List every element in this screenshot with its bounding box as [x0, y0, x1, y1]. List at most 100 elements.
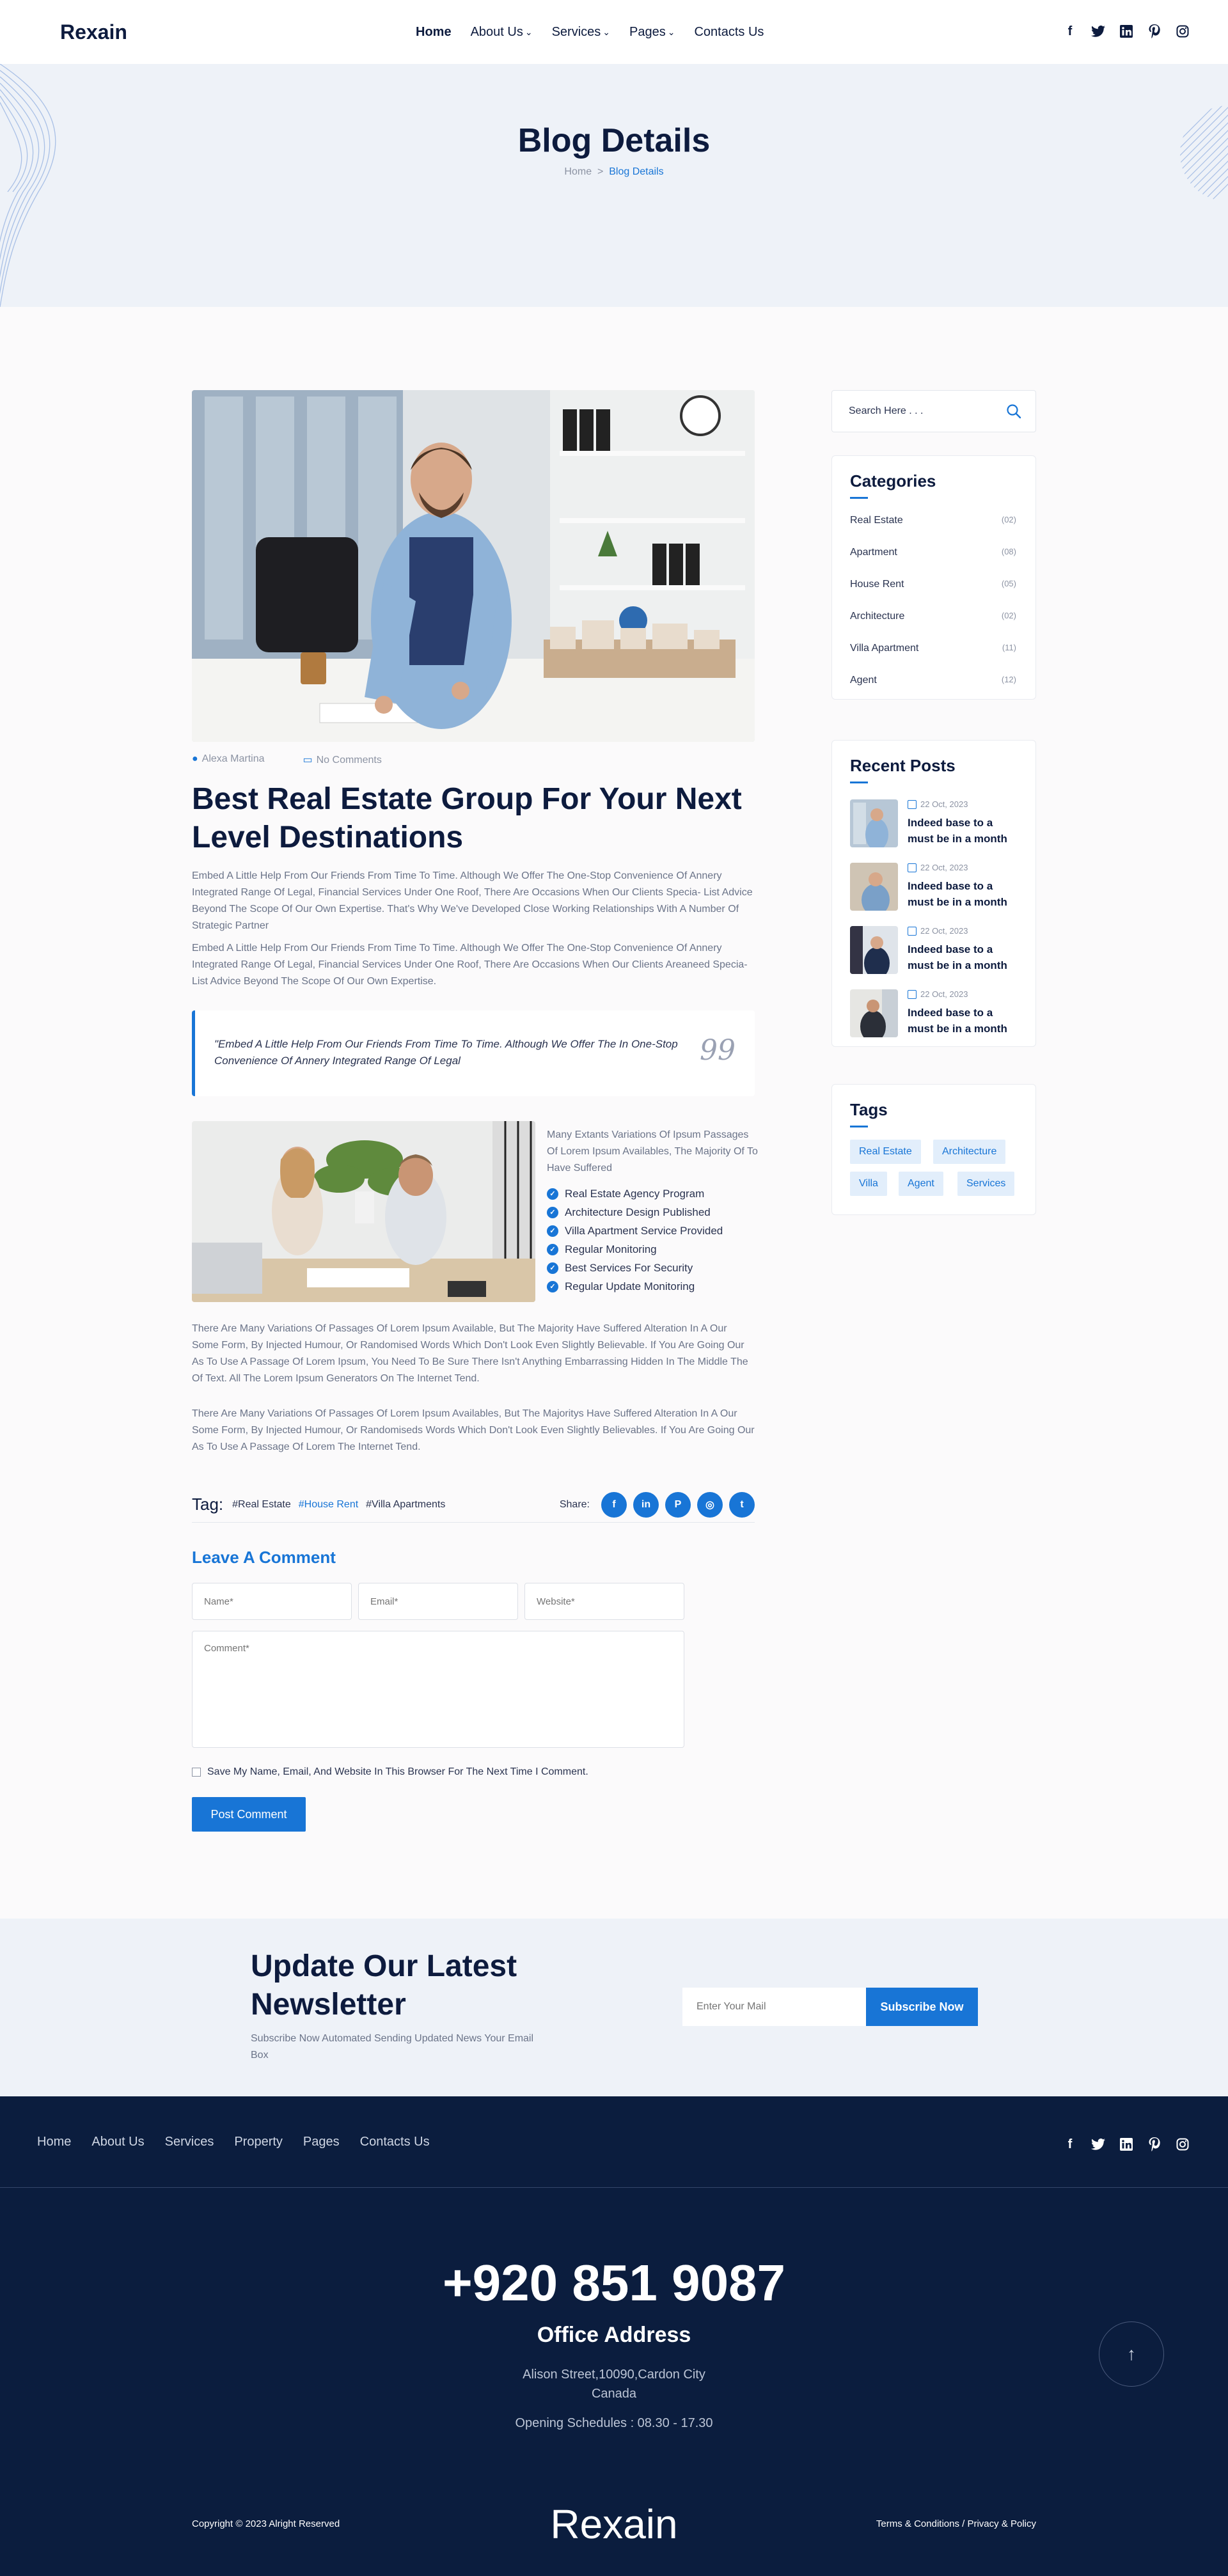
post-paragraph-4: There Are Many Variations Of Passages Of… — [192, 1408, 755, 1452]
linkedin-icon[interactable] — [1118, 2136, 1135, 2153]
category-count: (05) — [1001, 579, 1016, 588]
twitter-icon[interactable]: t — [729, 1492, 755, 1518]
comment-icon: ▭ — [303, 755, 313, 766]
address-line-1: Alison Street,10090,Cardon City — [523, 2368, 705, 2382]
list-item: ✓ Regular Update Monitoring — [547, 1277, 723, 1296]
category-item[interactable]: Real Estate (02) — [850, 515, 1016, 530]
footer-nav-about-us[interactable]: About Us — [91, 2135, 144, 2149]
recent-post-title[interactable]: Indeed base to a must be in a month — [908, 878, 1019, 910]
recent-post-thumbnail[interactable] — [850, 799, 898, 847]
breadcrumb-home[interactable]: Home — [564, 166, 592, 177]
instagram-icon[interactable]: ◎ — [697, 1492, 723, 1518]
nav-pages[interactable]: Pages ⌄ — [629, 25, 675, 40]
category-item[interactable]: Architecture (02) — [850, 611, 1016, 626]
sidebar-search[interactable]: Search Here . . . — [831, 390, 1036, 432]
check-circle-icon: ✓ — [547, 1188, 558, 1200]
pinterest-icon[interactable] — [1146, 2136, 1163, 2153]
recent-post-item[interactable]: 22 Oct, 2023 Indeed base to a must be in… — [850, 989, 1023, 1039]
search-icon[interactable] — [1006, 404, 1021, 419]
twitter-icon[interactable] — [1090, 2136, 1106, 2153]
sidebar-tag[interactable]: Villa — [850, 1172, 887, 1196]
category-item[interactable]: House Rent (05) — [850, 579, 1016, 594]
comment-textarea[interactable] — [192, 1631, 684, 1748]
footer-social-links: f — [1062, 2136, 1191, 2153]
post-author[interactable]: ● Alexa Martina — [192, 753, 265, 766]
email-input[interactable] — [358, 1583, 518, 1620]
linkedin-icon[interactable]: in — [633, 1492, 659, 1518]
post-comments[interactable]: ▭ No Comments — [303, 753, 382, 766]
recent-post-title[interactable]: Indeed base to a must be in a month — [908, 941, 1019, 973]
scroll-to-top-button[interactable]: ↑ — [1099, 2321, 1164, 2387]
linkedin-icon[interactable] — [1118, 23, 1135, 40]
nav-about-us[interactable]: About Us ⌄ — [471, 25, 533, 40]
pinterest-icon[interactable]: P — [665, 1492, 691, 1518]
share-links: Share: f in P ◎ t — [560, 1492, 755, 1518]
recent-post-item[interactable]: 22 Oct, 2023 Indeed base to a must be in… — [850, 863, 1023, 913]
footer-nav-property[interactable]: Property — [234, 2135, 283, 2149]
name-input[interactable] — [192, 1583, 352, 1620]
post-tag-link[interactable]: #Villa Apartments — [366, 1499, 445, 1511]
recent-post-thumbnail[interactable] — [850, 926, 898, 974]
terms-privacy-links[interactable]: Terms & Conditions / Privacy & Policy — [876, 2518, 1036, 2529]
pinterest-icon[interactable] — [1146, 23, 1163, 40]
recent-post-title[interactable]: Indeed base to a must be in a month — [908, 815, 1019, 847]
sidebar-tag[interactable]: Architecture — [933, 1140, 1006, 1164]
recent-post-title[interactable]: Indeed base to a must be in a month — [908, 1005, 1019, 1037]
nav-contacts-us[interactable]: Contacts Us — [694, 25, 764, 40]
quote-text: "Embed A Little Help From Our Friends Fr… — [214, 1038, 678, 1067]
site-logo[interactable]: Rexain — [60, 20, 127, 44]
category-item[interactable]: Apartment (08) — [850, 547, 1016, 562]
footer-nav-contacts-us[interactable]: Contacts Us — [360, 2135, 430, 2149]
category-item[interactable]: Villa Apartment (11) — [850, 643, 1016, 658]
nav-contacts-label: Contacts Us — [694, 24, 764, 39]
newsletter-title: Update Our Latest Newsletter — [251, 1949, 517, 2022]
list-item: ✓ Architecture Design Published — [547, 1203, 723, 1221]
breadcrumb: Home > Blog Details — [0, 166, 1228, 178]
nav-home-label: Home — [416, 24, 452, 39]
twitter-icon[interactable] — [1090, 23, 1106, 40]
newsletter-email-input[interactable] — [682, 1988, 866, 2026]
newsletter-subtitle: Subscribe Now Automated Sending Updated … — [251, 2033, 534, 2061]
chevron-down-icon: ⌄ — [602, 26, 611, 37]
site-footer: Home About Us Services Property Pages Co… — [0, 2096, 1228, 2576]
footer-nav-home[interactable]: Home — [37, 2135, 71, 2149]
main-content: ● Alexa Martina ▭ No Comments Best Real Es… — [0, 307, 1228, 1919]
category-count: (02) — [1001, 515, 1016, 524]
recent-post-item[interactable]: 22 Oct, 2023 Indeed base to a must be in… — [850, 799, 1023, 849]
office-address: Alison Street,10090,Cardon City Canada — [0, 2365, 1228, 2403]
post-tag-link[interactable]: #Real Estate — [232, 1499, 291, 1511]
footer-nav-pages[interactable]: Pages — [303, 2135, 340, 2149]
checklist-label: Villa Apartment Service Provided — [565, 1224, 723, 1237]
footer-phone[interactable]: +920 851 9087 — [0, 2254, 1228, 2313]
website-input[interactable] — [524, 1583, 684, 1620]
instagram-icon[interactable] — [1174, 23, 1191, 40]
facebook-icon[interactable]: f — [1062, 23, 1078, 40]
tags-widget: Tags Real Estate Architecture Villa Agen… — [831, 1084, 1036, 1215]
categories-widget: Categories Real Estate (02) Apartment (08)… — [831, 455, 1036, 700]
sidebar-tag[interactable]: Services — [957, 1172, 1015, 1196]
category-item[interactable]: Agent (12) — [850, 675, 1016, 690]
newsletter-section: Update Our Latest Newsletter Subscribe N… — [0, 1919, 1228, 2096]
footer-logo[interactable]: Rexain — [0, 2501, 1228, 2548]
nav-services[interactable]: Services ⌄ — [552, 25, 610, 40]
post-comment-button[interactable]: Post Comment — [192, 1797, 306, 1832]
category-name: Agent — [850, 675, 877, 686]
footer-nav-services[interactable]: Services — [165, 2135, 214, 2149]
sidebar-tag[interactable]: Agent — [899, 1172, 943, 1196]
instagram-icon[interactable] — [1174, 2136, 1191, 2153]
recent-post-thumbnail[interactable] — [850, 863, 898, 911]
subscribe-button[interactable]: Subscribe Now — [866, 1988, 978, 2026]
recent-post-item[interactable]: 22 Oct, 2023 Indeed base to a must be in… — [850, 926, 1023, 976]
facebook-icon[interactable]: f — [601, 1492, 627, 1518]
recent-posts-title: Recent Posts — [850, 756, 956, 775]
nav-home[interactable]: Home — [416, 25, 452, 40]
search-placeholder: Search Here . . . — [849, 405, 924, 416]
sidebar-tag[interactable]: Real Estate — [850, 1140, 921, 1164]
facebook-icon[interactable]: f — [1062, 2136, 1078, 2153]
category-name: Real Estate — [850, 515, 903, 526]
recent-post-thumbnail[interactable] — [850, 989, 898, 1037]
save-info-checkbox[interactable] — [192, 1768, 201, 1777]
post-tag-link[interactable]: #House Rent — [299, 1499, 358, 1511]
date-text: 22 Oct, 2023 — [920, 863, 968, 872]
post-paragraph-2: Embed A Little Help From Our Friends Fro… — [192, 943, 748, 987]
